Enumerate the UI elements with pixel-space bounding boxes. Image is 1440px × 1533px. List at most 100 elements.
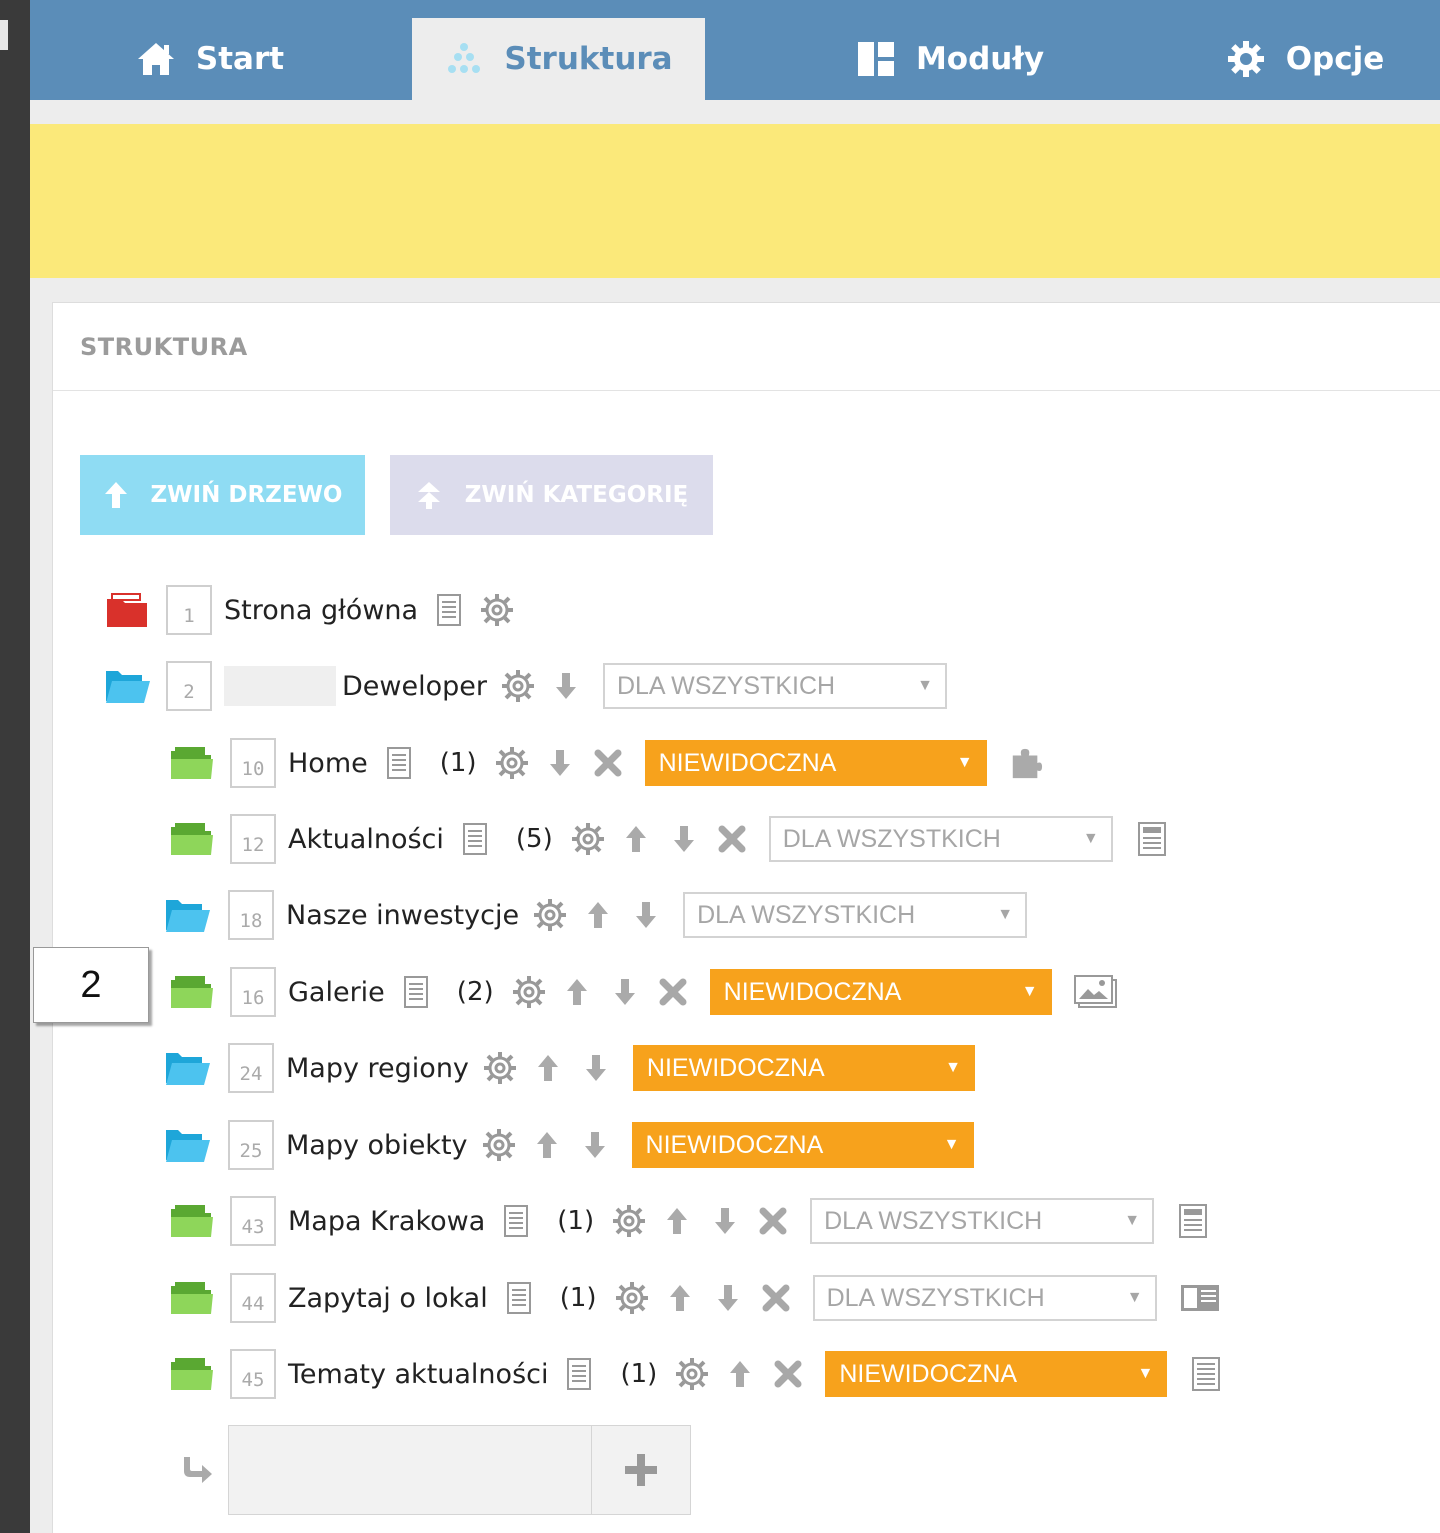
green-folder-icon[interactable] bbox=[168, 1354, 216, 1394]
blue-folder-icon[interactable] bbox=[164, 1048, 212, 1088]
page-icon[interactable] bbox=[502, 1280, 536, 1316]
access-select[interactable]: NIEWIDOCZNA ▼ bbox=[631, 1122, 974, 1168]
dropdown-caret-icon: ▼ bbox=[1124, 1212, 1141, 1229]
arrow-down-icon[interactable] bbox=[578, 1127, 612, 1163]
green-folder-icon[interactable] bbox=[168, 972, 216, 1012]
gear-icon bbox=[1226, 39, 1266, 79]
gallery-icon[interactable] bbox=[1073, 974, 1118, 1010]
collapse-tree-button[interactable]: ZWIŃ DRZEWO bbox=[80, 455, 365, 535]
page-icon[interactable] bbox=[382, 745, 416, 781]
form-icon[interactable] bbox=[1179, 1280, 1221, 1316]
arrow-up-icon[interactable] bbox=[660, 1203, 694, 1239]
tab-struktura[interactable]: Struktura bbox=[412, 18, 705, 100]
access-select[interactable]: DLA WSZYSTKICH ▼ bbox=[810, 1198, 1155, 1244]
green-folder-icon[interactable] bbox=[168, 743, 216, 783]
tab-moduly[interactable]: Moduły bbox=[820, 18, 1080, 100]
tab-opcje[interactable]: Opcje bbox=[1195, 18, 1415, 100]
node-name[interactable]: Home bbox=[288, 748, 368, 779]
arrow-down-icon[interactable] bbox=[711, 1280, 745, 1316]
access-select-value: DLA WSZYSTKICH bbox=[826, 1283, 1045, 1312]
arrow-up-icon[interactable] bbox=[560, 974, 594, 1010]
page-icon[interactable] bbox=[562, 1356, 596, 1392]
access-select[interactable]: DLA WSZYSTKICH ▼ bbox=[812, 1275, 1157, 1321]
gear-icon[interactable] bbox=[533, 897, 567, 933]
item-count: (2) bbox=[456, 977, 494, 1007]
gear-icon[interactable] bbox=[615, 1280, 649, 1316]
arrow-up-icon[interactable] bbox=[619, 821, 653, 857]
blue-folder-icon[interactable] bbox=[104, 666, 152, 706]
access-select[interactable]: DLA WSZYSTKICH ▼ bbox=[602, 663, 947, 709]
node-name[interactable]: Mapy regiony bbox=[286, 1053, 469, 1084]
tab-start-label: Start bbox=[195, 41, 285, 77]
node-name[interactable]: Tematy aktualności bbox=[288, 1359, 548, 1390]
arrow-down-icon[interactable] bbox=[549, 668, 583, 704]
map-page-icon[interactable] bbox=[1176, 1203, 1210, 1239]
arrow-down-icon[interactable] bbox=[629, 897, 663, 933]
arrow-up-icon[interactable] bbox=[530, 1127, 564, 1163]
red-folder-icon[interactable] bbox=[104, 590, 152, 630]
node-name[interactable]: Galerie bbox=[288, 977, 385, 1008]
article-list-icon[interactable] bbox=[1135, 821, 1169, 857]
green-folder-icon[interactable] bbox=[168, 1278, 216, 1318]
page-icon[interactable] bbox=[499, 1203, 533, 1239]
dropdown-caret-icon: ▼ bbox=[943, 1136, 960, 1153]
arrow-down-icon[interactable] bbox=[667, 821, 701, 857]
blue-folder-icon[interactable] bbox=[164, 1125, 212, 1165]
access-select[interactable]: NIEWIDOCZNA ▼ bbox=[709, 969, 1052, 1015]
collapse-category-button[interactable]: ZWIŃ KATEGORIĘ bbox=[390, 455, 713, 535]
page-icon[interactable] bbox=[399, 974, 433, 1010]
arrow-down-icon[interactable] bbox=[708, 1203, 742, 1239]
arrow-down-icon[interactable] bbox=[543, 745, 577, 781]
delete-icon[interactable] bbox=[756, 1203, 790, 1239]
page-icon[interactable] bbox=[432, 592, 466, 628]
item-count: (1) bbox=[439, 748, 477, 778]
node-name[interactable]: Mapa Krakowa bbox=[288, 1206, 485, 1237]
gear-icon[interactable] bbox=[571, 821, 605, 857]
node-name[interactable]: Nasze inwestycje bbox=[286, 900, 519, 931]
access-select[interactable]: DLA WSZYSTKICH ▼ bbox=[683, 892, 1028, 938]
puzzle-icon[interactable] bbox=[1009, 745, 1043, 781]
page-icon[interactable] bbox=[458, 821, 492, 857]
arrow-up-icon[interactable] bbox=[723, 1356, 757, 1392]
tab-start[interactable]: Start bbox=[90, 18, 330, 100]
gear-icon[interactable] bbox=[495, 745, 529, 781]
collapse-category-label: ZWIŃ KATEGORIĘ bbox=[464, 482, 689, 508]
gear-icon[interactable] bbox=[512, 974, 546, 1010]
gear-icon[interactable] bbox=[675, 1356, 709, 1392]
gear-icon[interactable] bbox=[612, 1203, 646, 1239]
tree-row-parent: 2 Deweloper DLA WSZYSTKICH ▼ bbox=[104, 656, 969, 716]
arrow-down-icon[interactable] bbox=[579, 1050, 613, 1086]
access-select[interactable]: DLA WSZYSTKICH ▼ bbox=[768, 816, 1113, 862]
gear-icon[interactable] bbox=[480, 592, 514, 628]
delete-icon[interactable] bbox=[715, 821, 749, 857]
add-node-button[interactable] bbox=[591, 1425, 691, 1515]
new-node-input[interactable] bbox=[228, 1425, 591, 1515]
gear-icon[interactable] bbox=[501, 668, 535, 704]
access-select[interactable]: NIEWIDOCZNA ▼ bbox=[644, 740, 987, 786]
arrow-up-icon[interactable] bbox=[663, 1280, 697, 1316]
green-folder-icon[interactable] bbox=[168, 1201, 216, 1241]
gear-icon[interactable] bbox=[483, 1050, 517, 1086]
article-list-icon[interactable] bbox=[1189, 1356, 1223, 1392]
arrow-up-icon[interactable] bbox=[531, 1050, 565, 1086]
node-name[interactable]: Strona główna bbox=[224, 595, 418, 626]
delete-icon[interactable] bbox=[771, 1356, 805, 1392]
arrow-up-icon[interactable] bbox=[581, 897, 615, 933]
arrow-down-icon[interactable] bbox=[608, 974, 642, 1010]
delete-icon[interactable] bbox=[759, 1280, 793, 1316]
access-select-value: NIEWIDOCZNA bbox=[658, 748, 837, 777]
green-folder-icon[interactable] bbox=[168, 819, 216, 859]
access-select[interactable]: NIEWIDOCZNA ▼ bbox=[632, 1045, 975, 1091]
left-sidebar-strip bbox=[0, 0, 30, 1533]
node-name[interactable]: Zapytaj o lokal bbox=[288, 1283, 488, 1314]
node-name[interactable]: Deweloper bbox=[342, 671, 487, 702]
gear-icon[interactable] bbox=[482, 1127, 516, 1163]
access-select-value: DLA WSZYSTKICH bbox=[782, 824, 1001, 853]
tree-row-child: 12 Aktualności (5) DLA WSZYSTKICH ▼ bbox=[168, 809, 1183, 869]
node-name[interactable]: Aktualności bbox=[288, 824, 444, 855]
access-select[interactable]: NIEWIDOCZNA ▼ bbox=[825, 1351, 1168, 1397]
delete-icon[interactable] bbox=[656, 974, 690, 1010]
delete-icon[interactable] bbox=[591, 745, 625, 781]
node-name[interactable]: Mapy obiekty bbox=[286, 1130, 468, 1161]
blue-folder-icon[interactable] bbox=[164, 895, 212, 935]
